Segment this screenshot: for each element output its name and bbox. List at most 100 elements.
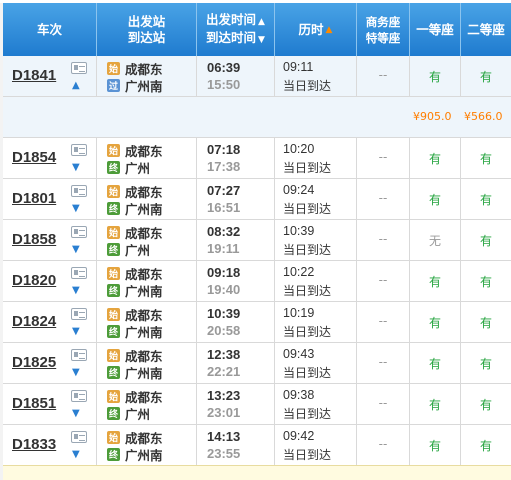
train-number-link[interactable]: D1825 — [12, 354, 56, 371]
first-class-status[interactable]: 有 — [410, 437, 460, 454]
card-icon[interactable] — [71, 144, 87, 156]
table-row[interactable]: D1854 ▼ 始 成都东 终 广州 07:18 17:38 10:20 当日到… — [3, 138, 511, 179]
second-class-status[interactable]: 有 — [461, 273, 511, 290]
header-dep-time[interactable]: 出发时间 ▲ — [206, 12, 265, 30]
to-station-name: 广州南 — [125, 447, 163, 463]
duration-value: 10:39 — [283, 224, 315, 238]
first-class-status[interactable]: 有 — [410, 396, 460, 413]
card-icon[interactable] — [71, 308, 87, 320]
second-class-status[interactable]: 有 — [461, 396, 511, 413]
table-header: 车次 出发站 到达站 出发时间 ▲ 到达时间 ▼ 历时 ▲ 商务座 特等座 一等座 二… — [3, 3, 511, 56]
train-number-link[interactable]: D1824 — [12, 313, 56, 330]
second-class-status[interactable]: 有 — [461, 232, 511, 249]
card-icon[interactable] — [71, 349, 87, 361]
first-class-status[interactable]: 有 — [410, 314, 460, 331]
business-seat-cell: -- — [357, 425, 410, 465]
second-class-cell: 有 — [461, 220, 511, 260]
start-station-icon: 始 — [107, 184, 120, 198]
card-icon[interactable] — [71, 185, 87, 197]
business-seat-cell: -- — [357, 384, 410, 424]
header-business-label: 商务座 — [365, 14, 401, 29]
table-row[interactable]: D1841 ▲ 始 成都东 过 广州南 06:39 15:50 09:11 当日… — [3, 56, 511, 97]
card-icon[interactable] — [71, 226, 87, 238]
to-station-name: 广州南 — [125, 324, 163, 340]
train-number-link[interactable]: D1801 — [12, 190, 56, 207]
table-row[interactable]: D1858 ▼ 始 成都东 终 广州 08:32 19:11 10:39 当日到… — [3, 220, 511, 261]
header-special-label: 特等座 — [365, 30, 401, 45]
to-station: 终 广州南 — [107, 282, 163, 299]
start-station-icon: 始 — [107, 348, 120, 362]
train-number-link[interactable]: D1841 — [12, 67, 56, 84]
first-class-status[interactable]: 有 — [410, 355, 460, 372]
card-icon[interactable] — [71, 62, 87, 74]
business-seat-cell: -- — [357, 56, 410, 96]
from-station: 始 成都东 — [107, 224, 163, 241]
first-class-cell: 无 — [410, 220, 461, 260]
train-number-link[interactable]: D1851 — [12, 395, 56, 412]
first-class-status[interactable]: 无 — [410, 232, 460, 249]
arrival-time: 20:58 — [207, 323, 241, 338]
duration-value: 10:22 — [283, 265, 315, 279]
header-duration[interactable]: 历时 ▲ — [275, 3, 357, 56]
expand-arrow-icon[interactable]: ▼ — [72, 449, 80, 460]
train-number-link[interactable]: D1820 — [12, 272, 56, 289]
end-station-icon: 终 — [107, 406, 120, 420]
first-class-status[interactable]: 有 — [410, 68, 460, 85]
table-row[interactable]: D1824 ▼ 始 成都东 终 广州南 10:39 20:58 10:19 当日… — [3, 302, 511, 343]
train-number-link[interactable]: D1854 — [12, 149, 56, 166]
expand-arrow-icon[interactable]: ▼ — [72, 408, 80, 419]
first-class-status[interactable]: 有 — [410, 150, 460, 167]
to-station: 终 广州南 — [107, 323, 163, 340]
sort-down-icon[interactable]: ▼ — [258, 32, 265, 48]
expand-arrow-icon[interactable]: ▲ — [72, 80, 80, 91]
table-row[interactable]: D1820 ▼ 始 成都东 终 广州南 09:18 19:40 10:22 当日… — [3, 261, 511, 302]
card-icon[interactable] — [71, 267, 87, 279]
header-arr-time[interactable]: 到达时间 ▼ — [206, 30, 265, 48]
duration-cell: 09:11 当日到达 — [275, 56, 357, 96]
card-icon[interactable] — [71, 390, 87, 402]
start-station-icon: 始 — [107, 266, 120, 280]
second-class-status[interactable]: 有 — [461, 437, 511, 454]
table-row[interactable]: D1801 ▼ 始 成都东 终 广州南 07:27 16:51 09:24 当日… — [3, 179, 511, 220]
from-station: 始 成都东 — [107, 142, 163, 159]
start-station-icon: 始 — [107, 225, 120, 239]
first-class-cell: 有 — [410, 302, 461, 342]
second-class-status[interactable]: 有 — [461, 68, 511, 85]
from-station: 始 成都东 — [107, 265, 163, 282]
second-class-status[interactable]: 有 — [461, 150, 511, 167]
to-station: 终 广州南 — [107, 200, 163, 217]
table-row[interactable]: D1825 ▼ 始 成都东 终 广州南 12:38 22:21 09:43 当日… — [3, 343, 511, 384]
arrival-time: 19:40 — [207, 282, 241, 297]
card-icon[interactable] — [71, 431, 87, 443]
header-second-class: 二等座 — [461, 3, 511, 56]
expand-arrow-icon[interactable]: ▼ — [72, 162, 80, 173]
train-cell: D1825 ▼ — [3, 343, 97, 383]
table-row[interactable]: D1851 ▼ 始 成都东 终 广州 13:23 23:01 09:38 当日到… — [3, 384, 511, 425]
second-class-status[interactable]: 有 — [461, 314, 511, 331]
first-class-status[interactable]: 有 — [410, 191, 460, 208]
expand-arrow-icon[interactable]: ▼ — [72, 285, 80, 296]
first-class-status[interactable]: 有 — [410, 273, 460, 290]
expand-arrow-icon[interactable]: ▼ — [72, 326, 80, 337]
train-number-link[interactable]: D1858 — [12, 231, 56, 248]
to-station: 终 广州南 — [107, 364, 163, 381]
expand-arrow-icon[interactable]: ▼ — [72, 367, 80, 378]
train-number-link[interactable]: D1833 — [12, 436, 56, 453]
business-seat-status: -- — [378, 150, 388, 164]
header-train-no[interactable]: 车次 — [3, 3, 97, 56]
sort-active-icon[interactable]: ▲ — [326, 22, 333, 38]
expand-arrow-icon[interactable]: ▼ — [72, 203, 80, 214]
departure-time: 06:39 — [207, 60, 241, 75]
table-row[interactable]: D1833 ▼ 始 成都东 终 广州南 14:13 23:55 09:42 当日… — [3, 425, 511, 466]
second-class-status[interactable]: 有 — [461, 191, 511, 208]
expand-arrow-icon[interactable]: ▼ — [72, 244, 80, 255]
times-cell: 14:13 23:55 — [197, 425, 275, 465]
sort-up-icon[interactable]: ▲ — [258, 14, 265, 30]
second-class-status[interactable]: 有 — [461, 355, 511, 372]
from-station: 始 成都东 — [107, 183, 163, 200]
departure-time: 07:27 — [207, 183, 241, 198]
end-station-icon: 终 — [107, 242, 120, 256]
stations-cell: 始 成都东 终 广州南 — [97, 425, 197, 465]
second-class-cell: 有 — [461, 302, 511, 342]
departure-time: 14:13 — [207, 429, 241, 444]
